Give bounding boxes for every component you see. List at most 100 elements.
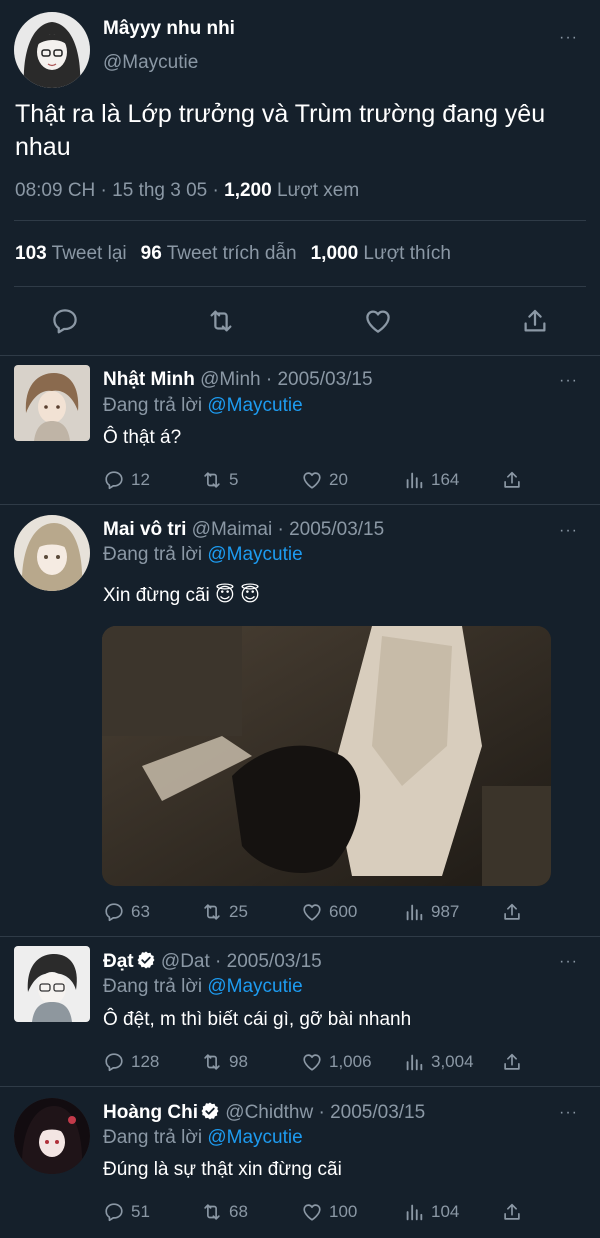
share-button[interactable]	[501, 1199, 523, 1225]
verified-badge-icon	[136, 950, 156, 976]
retweet-button[interactable]: 5	[201, 467, 238, 493]
main-handle[interactable]: @Maycutie	[103, 52, 198, 74]
more-icon[interactable]: ···	[559, 1105, 578, 1121]
reply-handle-date: @Dat · 2005/03/15	[155, 951, 322, 972]
share-icon	[504, 471, 520, 488]
views-count: 987	[431, 902, 460, 921]
views-button[interactable]: 987	[403, 899, 459, 925]
reply-actions: 51 68 100 104	[103, 1199, 533, 1225]
reply-avatar[interactable]	[14, 515, 90, 591]
like-button[interactable]: 20	[301, 467, 348, 493]
reply-icon	[105, 1203, 123, 1222]
share-icon	[504, 903, 520, 920]
reply-icon	[105, 1053, 123, 1072]
reply-avatar[interactable]	[14, 946, 90, 1022]
reply-display-name[interactable]: Mai vô tri	[103, 519, 186, 540]
reply-actions: 128 98 1,006 3,004	[103, 1049, 533, 1075]
like-count: 100	[329, 1202, 358, 1221]
share-button[interactable]	[501, 467, 523, 493]
reply-button[interactable]: 12	[103, 467, 150, 493]
views-icon	[406, 1204, 423, 1221]
reply-display-name[interactable]: Đạt	[103, 951, 134, 972]
like-button[interactable]: 600	[301, 899, 357, 925]
likes-label: Lượt thích	[358, 243, 451, 264]
reply-avatar[interactable]	[14, 365, 90, 441]
quotes-stat[interactable]: 96 Tweet trích dẫn	[141, 243, 297, 264]
reply-author[interactable]: Nhật Minh @Minh · 2005/03/15	[103, 369, 373, 391]
share-button[interactable]	[501, 899, 523, 925]
retweets-count: 103	[15, 243, 47, 264]
share-icon[interactable]	[520, 306, 550, 336]
divider	[0, 1086, 600, 1087]
more-icon[interactable]: ···	[559, 954, 578, 970]
more-icon[interactable]: ···	[559, 373, 578, 389]
reply-display-name[interactable]: Nhật Minh	[103, 369, 195, 390]
views-button[interactable]: 3,004	[403, 1049, 474, 1075]
verified-badge-icon	[200, 1101, 220, 1127]
views-icon	[406, 472, 423, 489]
like-icon[interactable]	[363, 306, 393, 336]
like-icon	[303, 1204, 321, 1221]
divider	[0, 504, 600, 505]
main-display-name[interactable]: Mâyyy nhu nhi	[103, 18, 235, 40]
replying-to: Đang trả lời @Maycutie	[103, 976, 303, 998]
retweets-stat[interactable]: 103 Tweet lại	[15, 243, 127, 264]
retweet-icon	[204, 1054, 220, 1070]
reply-avatar[interactable]	[14, 1098, 90, 1174]
share-icon	[504, 1053, 520, 1070]
reply-author[interactable]: Đạt @Dat · 2005/03/15	[103, 950, 322, 976]
retweet-button[interactable]: 68	[201, 1199, 248, 1225]
retweet-icon	[204, 904, 220, 920]
replying-to: Đang trả lời @Maycutie	[103, 395, 303, 417]
reply-author[interactable]: Hoàng Chi @Chidthw · 2005/03/15	[103, 1101, 425, 1127]
retweet-button[interactable]: 98	[201, 1049, 248, 1075]
replying-to-label: Đang trả lời	[103, 544, 208, 565]
reply-icon[interactable]	[50, 306, 80, 336]
share-button[interactable]	[501, 1049, 523, 1075]
main-timestamp[interactable]: 08:09 CH · 15 thg 3 05 ·	[15, 180, 224, 201]
like-count: 1,006	[329, 1052, 372, 1071]
like-count: 600	[329, 902, 358, 921]
reply-count: 51	[131, 1202, 150, 1221]
reply-text: Đúng là sự thật xin đừng cãi	[103, 1159, 342, 1180]
views-button[interactable]: 164	[403, 467, 459, 493]
retweet-count: 5	[229, 470, 239, 489]
replying-to: Đang trả lời @Maycutie	[103, 544, 303, 566]
views-label: Lượt xem	[271, 180, 360, 201]
main-avatar[interactable]	[14, 12, 90, 88]
more-icon[interactable]: ···	[559, 523, 578, 539]
share-icon	[504, 1203, 520, 1220]
like-icon	[303, 472, 321, 489]
reply-count: 12	[131, 470, 150, 489]
reply-button[interactable]: 51	[103, 1199, 150, 1225]
replying-to-label: Đang trả lời	[103, 395, 208, 416]
reply-icon	[105, 471, 123, 490]
like-button[interactable]: 100	[301, 1199, 357, 1225]
retweet-button[interactable]: 25	[201, 899, 248, 925]
retweets-label: Tweet lại	[46, 243, 127, 264]
reply-display-name[interactable]: Hoàng Chi	[103, 1102, 198, 1123]
replying-to-link[interactable]: @Maycutie	[207, 544, 302, 565]
views-button[interactable]: 104	[403, 1199, 459, 1225]
retweet-icon[interactable]	[206, 306, 236, 336]
likes-stat[interactable]: 1,000 Lượt thích	[311, 243, 451, 264]
reply-handle-date: @Chidthw · 2005/03/15	[220, 1102, 426, 1123]
divider	[0, 355, 600, 356]
reply-media-image[interactable]	[102, 626, 551, 886]
like-icon	[303, 904, 321, 921]
replying-to-link[interactable]: @Maycutie	[207, 976, 302, 997]
reply-author[interactable]: Mai vô tri @Maimai · 2005/03/15	[103, 519, 384, 541]
more-icon[interactable]: ···	[559, 30, 578, 46]
retweet-icon	[204, 472, 220, 488]
retweet-icon	[204, 1204, 220, 1220]
like-button[interactable]: 1,006	[301, 1049, 372, 1075]
views-count: 164	[431, 470, 460, 489]
replying-to-link[interactable]: @Maycutie	[207, 1127, 302, 1148]
like-icon	[303, 1054, 321, 1071]
quotes-count: 96	[140, 243, 162, 264]
replying-to-link[interactable]: @Maycutie	[207, 395, 302, 416]
reply-count: 128	[131, 1052, 160, 1071]
reply-button[interactable]: 128	[103, 1049, 159, 1075]
reply-button[interactable]: 63	[103, 899, 150, 925]
reply-icon	[105, 903, 123, 922]
